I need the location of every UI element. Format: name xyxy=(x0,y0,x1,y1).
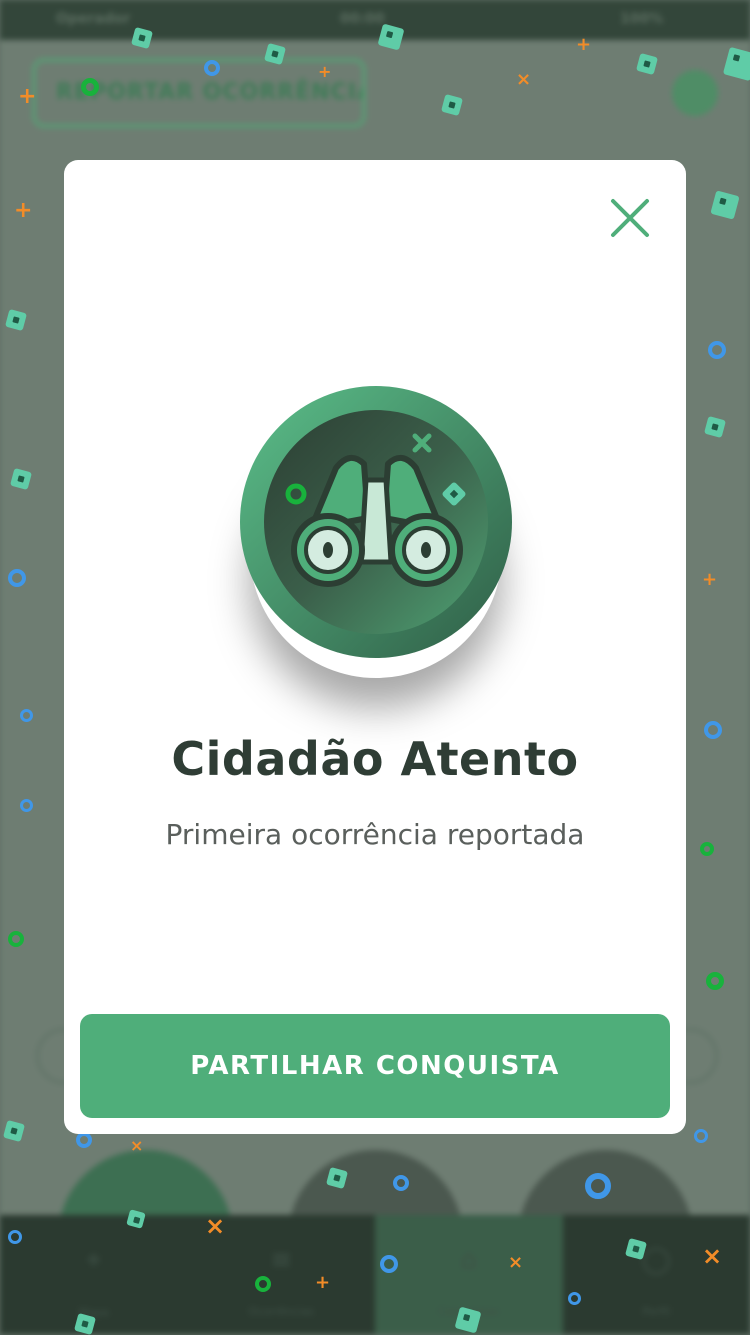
confetti-cross: × xyxy=(508,1253,523,1273)
confetti-ring xyxy=(700,842,714,856)
confetti-ring xyxy=(694,1129,708,1143)
confetti-square xyxy=(264,43,286,65)
confetti-square xyxy=(326,1167,348,1189)
confetti-plus: + xyxy=(18,87,36,107)
confetti-square xyxy=(5,309,27,331)
confetti-ring xyxy=(393,1175,409,1191)
confetti-plus: + xyxy=(702,570,717,590)
confetti-plus: + xyxy=(318,62,331,82)
confetti-ring xyxy=(8,931,24,947)
close-icon xyxy=(604,192,656,244)
confetti-ring xyxy=(20,709,33,722)
confetti-ring xyxy=(585,1173,611,1199)
achievement-description: Primeira ocorrência reportada xyxy=(64,818,686,851)
confetti-ring xyxy=(76,1132,92,1148)
confetti-ring xyxy=(81,78,99,96)
confetti-ring xyxy=(704,721,722,739)
confetti-plus: + xyxy=(14,201,32,221)
confetti-plus: + xyxy=(315,1273,330,1293)
confetti-ring xyxy=(255,1276,271,1292)
confetti-square xyxy=(131,27,153,49)
confetti-square xyxy=(126,1209,146,1229)
confetti-square xyxy=(441,94,463,116)
confetti-square xyxy=(455,1307,482,1334)
confetti-square xyxy=(3,1120,25,1142)
confetti-ring xyxy=(8,569,26,587)
confetti-cross: × xyxy=(130,1136,143,1156)
confetti-ring xyxy=(204,60,220,76)
confetti-ring xyxy=(708,341,726,359)
confetti-square xyxy=(378,24,405,51)
confetti-ring xyxy=(20,799,33,812)
confetti-square xyxy=(10,468,32,490)
confetti-cross: × xyxy=(205,1216,225,1236)
confetti-plus: + xyxy=(576,35,591,55)
achievement-title: Cidadão Atento xyxy=(64,732,686,786)
binoculars-icon xyxy=(240,386,512,658)
achievement-badge xyxy=(240,386,512,658)
confetti-square xyxy=(704,416,726,438)
share-achievement-button[interactable]: PARTILHAR CONQUISTA xyxy=(80,1014,670,1118)
confetti-ring xyxy=(8,1230,22,1244)
confetti-ring xyxy=(380,1255,398,1273)
close-button[interactable] xyxy=(604,192,656,244)
confetti-cross: × xyxy=(516,70,531,90)
confetti-ring xyxy=(568,1292,581,1305)
confetti-ring xyxy=(706,972,724,990)
confetti-square xyxy=(636,53,658,75)
confetti-square xyxy=(74,1313,96,1335)
confetti-square xyxy=(723,47,750,81)
confetti-cross: × xyxy=(702,1246,722,1266)
confetti-square xyxy=(710,190,739,219)
achievement-modal: Cidadão Atento Primeira ocorrência repor… xyxy=(64,160,686,1134)
confetti-square xyxy=(625,1238,647,1260)
